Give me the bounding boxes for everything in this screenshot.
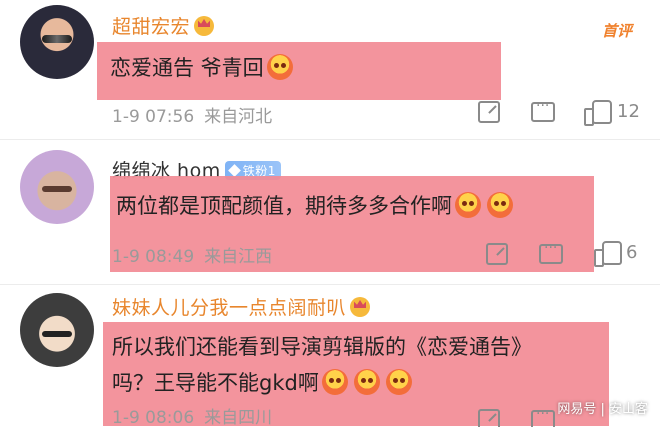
comment-meta: 1-9 07:56 来自河北 xyxy=(112,102,272,127)
comment-meta: 1-9 08:06 来自四川 xyxy=(112,403,272,427)
comment-source: 来自江西 xyxy=(204,247,273,267)
comment-text: 两位都是顶配颜值，期待多多合作啊 xyxy=(116,188,516,224)
comment-text: 恋爱通告 爷青回 xyxy=(110,50,296,86)
comment-text: 所以我们还能看到导演剪辑版的《恋爱通告》 吗？王导能不能gkd啊 xyxy=(112,335,532,395)
reply-icon[interactable] xyxy=(531,406,555,427)
like-count: 12 xyxy=(617,101,640,122)
cheer-emoji-icon xyxy=(385,369,412,395)
comment-item: 超甜宏宏 首评 恋爱通告 爷青回 1-9 07:56 来自河北 12 xyxy=(0,0,660,140)
vip-crown-icon xyxy=(194,16,215,36)
share-icon[interactable] xyxy=(486,243,508,265)
username[interactable]: 妹妹人儿分我一点点阔耐叭 xyxy=(112,293,371,320)
like-icon[interactable] xyxy=(584,100,612,126)
first-comment-tag: 首评 xyxy=(601,22,632,40)
cheer-emoji-icon xyxy=(353,369,380,395)
avatar[interactable] xyxy=(20,150,94,224)
like-icon[interactable] xyxy=(594,241,622,267)
crying-emoji-icon xyxy=(266,54,293,80)
diamond-icon xyxy=(227,164,241,177)
comment-date: 1-9 07:56 xyxy=(112,107,195,127)
comment-meta: 1-9 08:49 来自江西 xyxy=(112,242,272,267)
watermark: 网易号 | 安山客 xyxy=(557,402,648,417)
username[interactable]: 超甜宏宏 xyxy=(112,12,215,39)
share-icon[interactable] xyxy=(478,101,500,123)
comment-source: 来自四川 xyxy=(204,408,273,427)
reply-icon[interactable] xyxy=(531,98,555,122)
comment-item: 绵绵冰 hom 铁粉1 两位都是顶配颜值，期待多多合作啊 1-9 08:49 来自江… xyxy=(0,140,660,285)
avatar[interactable] xyxy=(20,293,94,367)
reply-icon[interactable] xyxy=(539,240,563,264)
cheer-emoji-icon xyxy=(321,369,348,395)
vip-crown-icon xyxy=(350,297,371,317)
comment-source: 来自河北 xyxy=(204,107,273,127)
comment-date: 1-9 08:06 xyxy=(112,408,195,427)
like-count: 6 xyxy=(626,242,638,263)
cheer-emoji-icon xyxy=(455,192,481,218)
share-icon[interactable] xyxy=(478,409,500,427)
avatar[interactable] xyxy=(20,5,94,79)
comment-date: 1-9 08:49 xyxy=(112,247,195,267)
cheer-emoji-icon xyxy=(487,192,513,218)
